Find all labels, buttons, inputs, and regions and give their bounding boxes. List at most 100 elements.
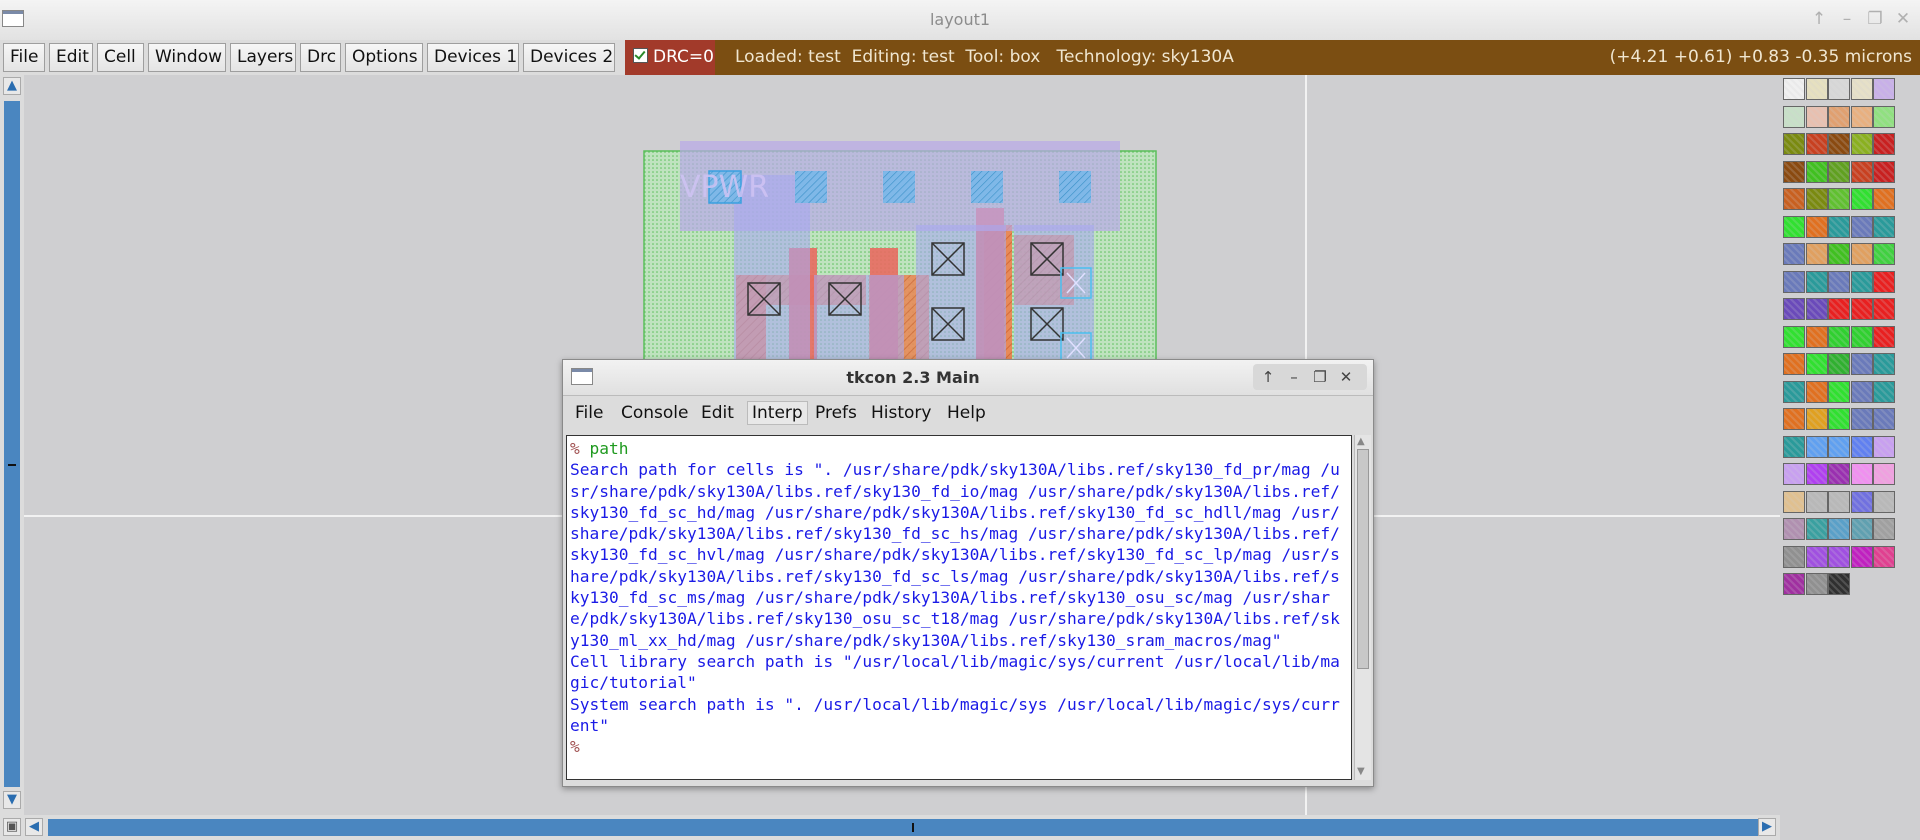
layer-swatch[interactable] xyxy=(1805,435,1828,458)
layer-swatch[interactable] xyxy=(1850,325,1873,348)
layer-swatch[interactable] xyxy=(1850,78,1873,100)
layer-swatch[interactable] xyxy=(1850,188,1873,210)
tkcon-menu-console[interactable]: Console xyxy=(617,402,693,424)
layer-swatch[interactable] xyxy=(1850,160,1873,183)
layer-swatch[interactable] xyxy=(1873,490,1895,513)
tkcon-menu-history[interactable]: History xyxy=(867,402,935,424)
layer-swatch[interactable] xyxy=(1873,325,1895,348)
layer-swatch[interactable] xyxy=(1783,463,1805,485)
layer-swatch[interactable] xyxy=(1783,188,1805,210)
raise-window-icon[interactable]: ↑ xyxy=(1808,8,1830,30)
layer-swatch[interactable] xyxy=(1850,463,1873,485)
layer-swatch[interactable] xyxy=(1850,105,1873,128)
tkcon-menu-help[interactable]: Help xyxy=(943,402,990,424)
tkcon-scroll-thumb[interactable] xyxy=(1357,449,1369,669)
layer-swatch[interactable] xyxy=(1805,215,1828,238)
vertical-scroll-track[interactable] xyxy=(4,101,20,787)
tkcon-menu-edit[interactable]: Edit xyxy=(697,402,738,424)
layer-swatch[interactable] xyxy=(1805,490,1828,513)
close-icon[interactable]: ✕ xyxy=(1892,8,1914,30)
layer-swatch[interactable] xyxy=(1850,435,1873,458)
menu-drc[interactable]: Drc xyxy=(300,43,341,72)
layer-swatch[interactable] xyxy=(1850,353,1873,375)
tkcon-scroll-up-icon[interactable]: ▲ xyxy=(1357,436,1365,447)
layer-swatch[interactable] xyxy=(1828,188,1850,210)
scroll-right-icon[interactable]: ▶ xyxy=(1758,818,1776,836)
layer-swatch[interactable] xyxy=(1828,518,1850,540)
layer-swatch[interactable] xyxy=(1828,298,1850,320)
menu-cell[interactable]: Cell xyxy=(97,43,144,72)
layer-swatch[interactable] xyxy=(1873,133,1895,155)
layer-swatch[interactable] xyxy=(1805,545,1828,568)
layer-swatch[interactable] xyxy=(1850,545,1873,568)
drc-toggle[interactable]: DRC=0 xyxy=(625,40,715,75)
menu-devices-1[interactable]: Devices 1 xyxy=(427,43,519,72)
layer-swatch[interactable] xyxy=(1783,380,1805,403)
drc-checkbox[interactable] xyxy=(633,48,648,63)
layer-swatch[interactable] xyxy=(1805,353,1828,375)
layer-swatch[interactable] xyxy=(1805,160,1828,183)
layer-swatch[interactable] xyxy=(1805,518,1828,540)
layer-swatch[interactable] xyxy=(1873,78,1895,100)
menu-devices-2[interactable]: Devices 2 xyxy=(523,43,615,72)
layer-swatch[interactable] xyxy=(1783,545,1805,568)
layer-swatch[interactable] xyxy=(1873,160,1895,183)
layer-swatch[interactable] xyxy=(1783,105,1805,128)
layer-swatch[interactable] xyxy=(1828,545,1850,568)
tkcon-console-text[interactable]: % path Search path for cells is ". /usr/… xyxy=(566,435,1352,780)
layer-swatch[interactable] xyxy=(1783,243,1805,265)
layer-swatch[interactable] xyxy=(1873,435,1895,458)
layer-swatch[interactable] xyxy=(1850,133,1873,155)
layer-swatch[interactable] xyxy=(1805,380,1828,403)
vertical-scroll-thumb[interactable] xyxy=(8,464,16,466)
layer-swatch[interactable] xyxy=(1828,243,1850,265)
layer-swatch[interactable] xyxy=(1850,490,1873,513)
layer-swatch[interactable] xyxy=(1828,105,1850,128)
layer-swatch[interactable] xyxy=(1783,573,1805,595)
layer-swatch[interactable] xyxy=(1783,490,1805,513)
layer-swatch[interactable] xyxy=(1828,573,1850,595)
layer-swatch[interactable] xyxy=(1783,325,1805,348)
layer-swatch[interactable] xyxy=(1805,408,1828,430)
tkcon-scroll-down-icon[interactable]: ▼ xyxy=(1357,766,1365,777)
menu-window[interactable]: Window xyxy=(148,43,226,72)
layer-swatch[interactable] xyxy=(1850,298,1873,320)
layer-swatch[interactable] xyxy=(1783,353,1805,375)
layer-swatch[interactable] xyxy=(1805,298,1828,320)
layer-swatch[interactable] xyxy=(1850,270,1873,293)
menu-edit[interactable]: Edit xyxy=(49,43,93,72)
tkcon-maximize-icon[interactable]: ❐ xyxy=(1309,366,1331,388)
layer-swatch[interactable] xyxy=(1873,353,1895,375)
layer-swatch[interactable] xyxy=(1783,408,1805,430)
layer-swatch[interactable] xyxy=(1873,188,1895,210)
tkcon-menu-file[interactable]: File xyxy=(571,402,607,424)
layer-swatch[interactable] xyxy=(1873,298,1895,320)
layer-swatch[interactable] xyxy=(1783,518,1805,540)
layer-swatch[interactable] xyxy=(1828,270,1850,293)
layer-swatch[interactable] xyxy=(1828,353,1850,375)
layer-swatch[interactable] xyxy=(1850,215,1873,238)
layer-swatch[interactable] xyxy=(1873,380,1895,403)
minimize-icon[interactable]: – xyxy=(1836,8,1858,30)
layer-swatch[interactable] xyxy=(1850,380,1873,403)
layer-swatch[interactable] xyxy=(1850,408,1873,430)
layer-swatch[interactable] xyxy=(1873,463,1895,485)
layer-swatch[interactable] xyxy=(1828,160,1850,183)
layer-swatch[interactable] xyxy=(1850,243,1873,265)
layer-swatch[interactable] xyxy=(1873,243,1895,265)
layer-swatch[interactable] xyxy=(1828,463,1850,485)
layer-swatch[interactable] xyxy=(1805,463,1828,485)
menu-file[interactable]: File xyxy=(3,43,45,72)
layer-swatch[interactable] xyxy=(1783,160,1805,183)
layer-swatch[interactable] xyxy=(1828,490,1850,513)
horizontal-scroll-track[interactable] xyxy=(48,819,1758,836)
layer-swatch[interactable] xyxy=(1828,215,1850,238)
layer-swatch[interactable] xyxy=(1805,573,1828,595)
horizontal-scroll-thumb[interactable] xyxy=(912,823,914,832)
layer-swatch[interactable] xyxy=(1783,270,1805,293)
layer-swatch[interactable] xyxy=(1783,133,1805,155)
tkcon-menu-interp[interactable]: Interp xyxy=(747,401,808,425)
horizontal-scrollbar[interactable]: ▣ ◀ ▶ xyxy=(0,815,1780,840)
scroll-left-icon[interactable]: ◀ xyxy=(25,818,43,836)
layer-swatch[interactable] xyxy=(1850,518,1873,540)
